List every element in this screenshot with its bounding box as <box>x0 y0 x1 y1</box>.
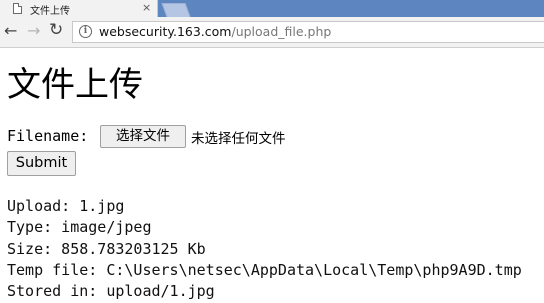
url-path: /upload_file.php <box>231 24 332 39</box>
tab-strip: 文件上传 × <box>0 0 544 17</box>
page-title: 文件上传 <box>7 65 143 105</box>
address-bar[interactable]: i websecurity.163.com/upload_file.php <box>72 21 544 43</box>
browser-toolbar: ← → ↻ i websecurity.163.com/upload_file.… <box>0 17 544 48</box>
filename-label: Filename: <box>7 127 89 145</box>
result-line-temp-file: Temp file: C:\Users\netsec\AppData\Local… <box>7 260 522 279</box>
result-line-type: Type: image/jpeg <box>7 218 152 237</box>
page-icon <box>13 3 22 14</box>
reload-icon[interactable]: ↻ <box>49 21 63 39</box>
no-file-selected-text: 未选择任何文件 <box>191 131 286 147</box>
result-line-stored-in: Stored in: upload/1.jpg <box>7 282 215 301</box>
browser-tab[interactable]: 文件上传 × <box>0 0 158 17</box>
choose-file-button[interactable]: 选择文件 <box>100 125 186 148</box>
submit-button[interactable]: Submit <box>7 151 76 176</box>
back-icon[interactable]: ← <box>4 22 17 40</box>
result-line-upload: Upload: 1.jpg <box>7 197 125 215</box>
info-icon[interactable]: i <box>79 25 92 38</box>
url-host: websecurity.163.com <box>99 24 232 39</box>
result-line-size: Size: 858.783203125 Kb <box>7 239 206 258</box>
forward-icon[interactable]: → <box>27 22 40 40</box>
tab-title: 文件上传 <box>30 6 70 17</box>
new-tab-button[interactable] <box>161 3 191 17</box>
close-tab-icon[interactable]: × <box>142 1 151 15</box>
upload-result: Upload: 1.jpg Type: image/jpeg Size: 858.7… <box>7 196 522 302</box>
url-text[interactable]: websecurity.163.com/upload_file.php <box>99 24 331 39</box>
